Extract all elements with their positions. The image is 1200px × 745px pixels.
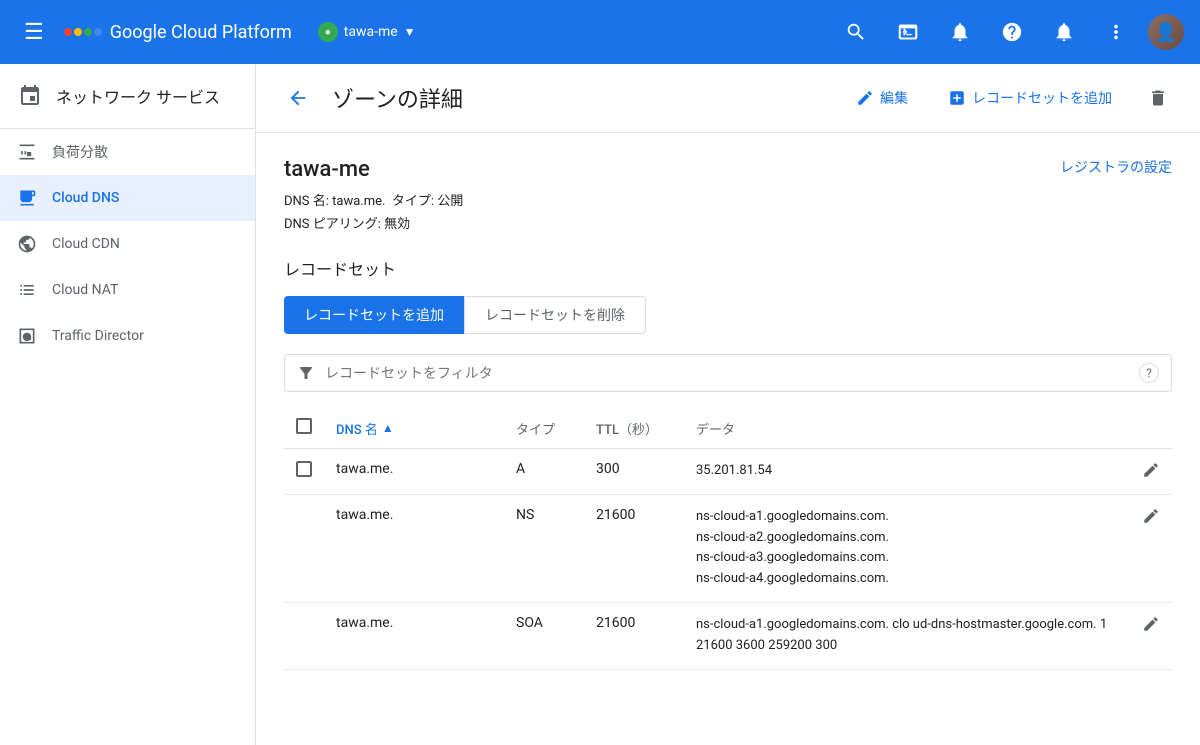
avatar-image: 👤 [1148,14,1184,50]
load-balancing-icon [16,141,38,163]
sidebar-item-cloud-dns[interactable]: Cloud DNS [0,175,255,221]
add-recordset-header-label: レコードセットを追加 [972,88,1112,108]
top-navbar: ☰ Google Cloud Platform ● tawa-me ▼ 👤 [0,0,1200,64]
header-dns-name[interactable]: DNS 名 ▲ [324,408,504,449]
cloud-dns-icon [16,187,38,209]
back-button[interactable] [280,80,316,116]
cell-data: ns-cloud-a1.googledomains.com. clo ud-dn… [684,602,1130,669]
cell-data: 35.201.81.54 [684,449,1130,495]
cell-type: NS [504,494,584,602]
chevron-down-icon: ▼ [404,25,416,39]
filter-icon [297,364,315,382]
cell-data: ns-cloud-a1.googledomains.com.ns-cloud-a… [684,494,1130,602]
cell-ttl: 21600 [584,602,684,669]
add-recordset-button[interactable]: レコードセットを追加 [284,296,464,334]
cell-dns-name: tawa.me. [324,449,504,495]
sidebar-item-label-cloud-nat: Cloud NAT [52,282,118,298]
sidebar-item-label-cloud-dns: Cloud DNS [52,190,119,206]
dns-value: tawa.me. [332,194,385,209]
header-edit-col [1130,408,1172,449]
page-title: ゾーンの詳細 [332,82,828,114]
help-icon[interactable] [992,12,1032,52]
header-actions: 編集 レコードセットを追加 [844,80,1176,116]
main-content: ゾーンの詳細 編集 レコードセットを追加 [256,64,1200,745]
peering-value: 無効 [384,217,410,232]
section-title: レコードセット [284,256,1172,280]
table-header-row: DNS 名 ▲ タイプ TTL（秒） データ [284,408,1172,449]
zone-peering-meta: DNS ピアリング: 無効 [284,213,463,232]
hamburger-menu[interactable]: ☰ [16,12,52,53]
notification-icon[interactable] [940,12,980,52]
edit-button[interactable]: 編集 [844,80,920,116]
traffic-director-icon [16,325,38,347]
sidebar-item-cloud-nat[interactable]: Cloud NAT [0,267,255,313]
edit-label: 編集 [880,88,908,108]
project-dot-icon: ● [318,22,338,42]
zone-name: tawa-me [284,157,463,182]
table-row: tawa.me.A30035.201.81.54 [284,449,1172,495]
edit-pencil-icon[interactable] [1142,507,1160,525]
zone-info: tawa-me DNS 名: tawa.me. タイプ: 公開 DNS ピアリン… [284,157,1172,236]
terminal-icon[interactable] [888,12,928,52]
brand-title: Google Cloud Platform [110,22,292,43]
sidebar-header: ネットワーク サービス [0,64,255,129]
sidebar-item-traffic-director[interactable]: Traffic Director [0,313,255,359]
records-table: DNS 名 ▲ タイプ TTL（秒） データ tawa.me.A30035.20… [284,408,1172,670]
type-value: 公開 [437,194,463,209]
main-layout: ネットワーク サービス 負荷分散 Cloud DNS [0,64,1200,745]
zone-dns-meta: DNS 名: tawa.me. タイプ: 公開 [284,190,463,209]
cell-ttl: 300 [584,449,684,495]
content-area: tawa-me DNS 名: tawa.me. タイプ: 公開 DNS ピアリン… [256,133,1200,694]
project-selector[interactable]: ● tawa-me ▼ [308,16,426,48]
row-checkbox[interactable] [296,461,312,477]
registrar-link[interactable]: レジストラの設定 [1060,157,1172,177]
sidebar-item-cloud-cdn[interactable]: Cloud CDN [0,221,255,267]
delete-recordset-button[interactable]: レコードセットを削除 [464,296,646,334]
sidebar: ネットワーク サービス 負荷分散 Cloud DNS [0,64,256,745]
cell-dns-name: tawa.me. [324,602,504,669]
cloud-nat-icon [16,279,38,301]
header-data: データ [684,408,1130,449]
cell-ttl: 21600 [584,494,684,602]
zone-details: tawa-me DNS 名: tawa.me. タイプ: 公開 DNS ピアリン… [284,157,463,236]
more-vert-icon[interactable] [1096,12,1136,52]
add-recordset-header-button[interactable]: レコードセットを追加 [936,80,1124,116]
bell-icon[interactable] [1044,12,1084,52]
recordset-actions: レコードセットを追加 レコードセットを削除 [284,296,1172,334]
delete-button[interactable] [1140,80,1176,116]
sort-arrow-icon: ▲ [382,421,394,435]
header-ttl: TTL（秒） [584,408,684,449]
filter-input[interactable] [325,365,1129,381]
sidebar-item-label-traffic-director: Traffic Director [52,328,144,344]
table-row: tawa.me.NS21600ns-cloud-a1.googledomains… [284,494,1172,602]
sidebar-header-title: ネットワーク サービス [56,84,220,108]
table-row: tawa.me.SOA21600ns-cloud-a1.googledomain… [284,602,1172,669]
brand: Google Cloud Platform [64,22,292,43]
search-icon[interactable] [836,12,876,52]
page-header: ゾーンの詳細 編集 レコードセットを追加 [256,64,1200,133]
cell-type: A [504,449,584,495]
peering-label: DNS ピアリング: [284,217,381,232]
header-checkbox-col [284,408,324,449]
cloud-cdn-icon [16,233,38,255]
dns-label: DNS 名: [284,194,329,209]
filter-bar: ? [284,354,1172,392]
edit-pencil-icon[interactable] [1142,615,1160,633]
sidebar-item-label-cloud-cdn: Cloud CDN [52,236,120,252]
cell-type: SOA [504,602,584,669]
brand-icon [64,28,102,36]
avatar[interactable]: 👤 [1148,14,1184,50]
sidebar-item-load-balancing[interactable]: 負荷分散 [0,129,255,175]
project-name: tawa-me [344,24,398,40]
network-services-icon [16,82,44,110]
header-type: タイプ [504,408,584,449]
cell-dns-name: tawa.me. [324,494,504,602]
type-label: タイプ: [392,194,434,209]
edit-pencil-icon[interactable] [1142,461,1160,479]
header-checkbox[interactable] [296,418,312,434]
filter-help-icon[interactable]: ? [1139,363,1159,383]
sidebar-item-label-load-balancing: 負荷分散 [52,142,108,162]
